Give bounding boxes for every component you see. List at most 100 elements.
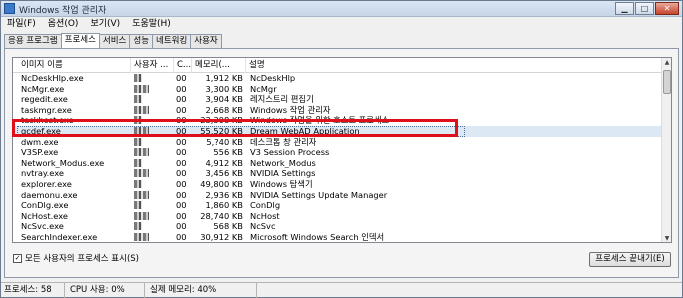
process-description: Microsoft Windows Search 인덱서 bbox=[250, 231, 385, 242]
process-memory: 1,912 KB bbox=[205, 73, 243, 83]
window-title: Windows 작업 관리자 bbox=[19, 6, 107, 16]
process-rows: NcDeskHlp.exe 00 1,912 KB NcDeskHlp NcMgr.ex… bbox=[13, 73, 663, 244]
redacted-user-name bbox=[134, 95, 142, 104]
title-bar[interactable]: Windows 작업 관리자 ▁ □ ✕ bbox=[1, 1, 682, 17]
table-row[interactable]: dwm.exe 00 5,?40 KB 데스크톱 창 관리자 bbox=[13, 137, 663, 148]
vertical-scrollbar[interactable]: ▲ ▼ bbox=[661, 58, 671, 242]
table-row[interactable]: nvtray.exe 00 3,456 KB NVIDIA Settings bbox=[13, 168, 663, 179]
tab-services[interactable]: 서비스 bbox=[98, 34, 131, 48]
table-row[interactable]: Network_Modus.exe 00 4,912 KB Network_Modus bbox=[13, 158, 663, 169]
scroll-up-arrow-icon[interactable]: ▲ bbox=[662, 58, 671, 68]
redacted-user-name bbox=[134, 169, 149, 178]
process-name: NcSvc.exe bbox=[21, 221, 64, 232]
table-row[interactable]: svchost.exe 005,148 KB Windows User Experi… bbox=[13, 243, 663, 244]
process-memory: 3,456 KB bbox=[205, 168, 243, 179]
process-memory: 1,860 KB bbox=[205, 200, 243, 211]
process-description: Network_Modus bbox=[250, 157, 316, 168]
tab-performance[interactable]: 성능 bbox=[129, 34, 154, 48]
process-name: SearchIndexer.exe bbox=[21, 231, 98, 242]
table-row[interactable]: SearchIndexer.exe 00 30,912 KB Microsoft Wi… bbox=[13, 231, 663, 242]
process-cpu: 00 bbox=[176, 243, 190, 244]
column-image-name[interactable]: 이미지 이름 bbox=[18, 58, 131, 73]
process-cpu: 00 bbox=[176, 189, 187, 200]
task-manager-window: Windows 작업 관리자 ▁ □ ✕ 파일(F) 옵션(O) 보기(V) 도… bbox=[0, 0, 683, 298]
process-memory: 2,936 KB bbox=[205, 189, 243, 200]
process-cpu: 00 bbox=[176, 221, 187, 232]
menu-options[interactable]: 옵션(O) bbox=[42, 18, 85, 31]
process-description: NcMgr bbox=[250, 83, 277, 94]
process-name: NcHost.exe bbox=[21, 210, 69, 221]
checkmark-icon[interactable]: ✓ bbox=[13, 253, 22, 263]
redacted-user-name bbox=[134, 211, 149, 220]
process-cpu: 00 bbox=[176, 231, 187, 242]
process-name: svchost.exe bbox=[21, 243, 131, 244]
table-row[interactable]: ConDlg.exe 00 1,860 KB ConDlg bbox=[13, 200, 663, 211]
process-description: Windows 탐색기 bbox=[250, 178, 313, 189]
tab-users[interactable]: 사용자 bbox=[190, 34, 222, 48]
scroll-down-arrow-icon[interactable]: ▼ bbox=[662, 234, 671, 242]
maximize-button[interactable]: □ bbox=[635, 2, 654, 15]
redacted-user-name bbox=[134, 190, 149, 199]
show-all-users-checkbox[interactable]: ✓ 모든 사용자의 프로세스 표시(S) bbox=[13, 252, 139, 264]
minimize-button[interactable]: ▁ bbox=[615, 2, 634, 15]
process-memory: 2,668 KB bbox=[205, 104, 243, 115]
process-description: ConDlg bbox=[250, 200, 281, 211]
process-cpu: 00 bbox=[176, 210, 187, 221]
scroll-thumb[interactable] bbox=[663, 70, 671, 94]
redacted-user-name bbox=[134, 84, 149, 93]
redacted-user-name bbox=[134, 158, 142, 167]
process-memory: 5,148 KB bbox=[191, 243, 243, 244]
status-bar: 프로세스: 58 CPU 사용: 0% 실제 메모리: 40% bbox=[1, 282, 682, 298]
table-row[interactable]: NcSvc.exe 00 568 KB NcSvc bbox=[13, 221, 663, 232]
menu-help[interactable]: 도움말(H) bbox=[126, 18, 177, 31]
table-row[interactable]: V3SP.exe 00 556 KB V3 Session Process bbox=[13, 147, 663, 158]
table-row[interactable]: NcHost.exe 00 28,740 KB NcHost bbox=[13, 211, 663, 222]
table-row[interactable]: regedit.exe 00 3,904 KB 레지스트리 편집기 bbox=[13, 94, 663, 105]
process-description: NVIDIA Settings Update Manager bbox=[250, 189, 388, 200]
process-cpu: 00 bbox=[176, 136, 187, 147]
process-name: nvtray.exe bbox=[21, 168, 64, 179]
process-description: NVIDIA Settings bbox=[250, 168, 316, 179]
status-process-count: 프로세스: 58 bbox=[1, 283, 65, 298]
table-row[interactable]: taskmgr.exe 00 2,668 KB Windows 작업 관리자 bbox=[13, 105, 663, 116]
highlight-box-selected-process bbox=[12, 119, 458, 137]
process-cpu: 00 bbox=[176, 94, 187, 105]
process-memory: 568 KB bbox=[213, 221, 243, 232]
close-button[interactable]: ✕ bbox=[655, 2, 679, 15]
end-process-button[interactable]: 프로세스 끝내기(E) bbox=[589, 252, 671, 267]
table-row[interactable]: NcDeskHlp.exe 00 1,912 KB NcDeskHlp bbox=[13, 73, 663, 84]
process-description: V3 Session Process bbox=[250, 147, 330, 158]
menu-view[interactable]: 보기(V) bbox=[84, 18, 126, 31]
process-description: NcDeskHlp bbox=[250, 73, 296, 83]
column-user-name[interactable]: 사용자 ... bbox=[131, 58, 174, 73]
table-row[interactable]: NcMgr.exe 00 3,300 KB NcMgr bbox=[13, 84, 663, 95]
process-description: Windows User Experience Driver Component bbox=[250, 243, 510, 244]
process-name: explorer.exe bbox=[21, 178, 72, 189]
process-list[interactable]: 이미지 이름 사용자 ... C... 메모리(... 설명 NcDeskHlp… bbox=[12, 57, 672, 243]
process-name: NcDeskHlp.exe bbox=[21, 73, 84, 83]
process-description: Windows 작업 관리자 bbox=[250, 104, 331, 115]
redacted-user-name bbox=[134, 179, 142, 188]
status-memory-usage: 실제 메모리: 40% bbox=[147, 283, 257, 298]
process-memory: 3,904 KB bbox=[205, 94, 243, 105]
process-memory: 4,912 KB bbox=[205, 157, 243, 168]
table-row[interactable]: explorer.exe 00 49,800 KB Windows 탐색기 bbox=[13, 179, 663, 190]
process-memory: 49,800 KB bbox=[200, 178, 243, 189]
process-name: taskmgr.exe bbox=[21, 104, 72, 115]
redacted-user-name bbox=[134, 148, 149, 157]
redacted-user-name bbox=[134, 222, 142, 231]
tab-processes[interactable]: 프로세스 bbox=[60, 33, 100, 48]
redacted-user-name bbox=[134, 105, 149, 114]
menu-file[interactable]: 파일(F) bbox=[1, 18, 42, 31]
process-cpu: 00 bbox=[176, 104, 187, 115]
tab-networking[interactable]: 네트워킹 bbox=[152, 34, 192, 48]
column-cpu[interactable]: C... bbox=[174, 58, 192, 73]
tab-strip: 응용 프로그램 프로세스 서비스 성능 네트워킹 사용자 bbox=[4, 33, 222, 48]
table-row[interactable]: daemonu.exe 00 2,936 KB NVIDIA Settings Upd… bbox=[13, 190, 663, 201]
tab-applications[interactable]: 응용 프로그램 bbox=[4, 34, 62, 48]
process-cpu: 00 bbox=[176, 147, 187, 158]
process-description: 데스크톱 창 관리자 bbox=[250, 136, 317, 147]
column-description[interactable]: 설명 bbox=[246, 58, 663, 73]
process-memory: 30,912 KB bbox=[200, 231, 243, 242]
column-memory[interactable]: 메모리(... bbox=[192, 58, 246, 73]
